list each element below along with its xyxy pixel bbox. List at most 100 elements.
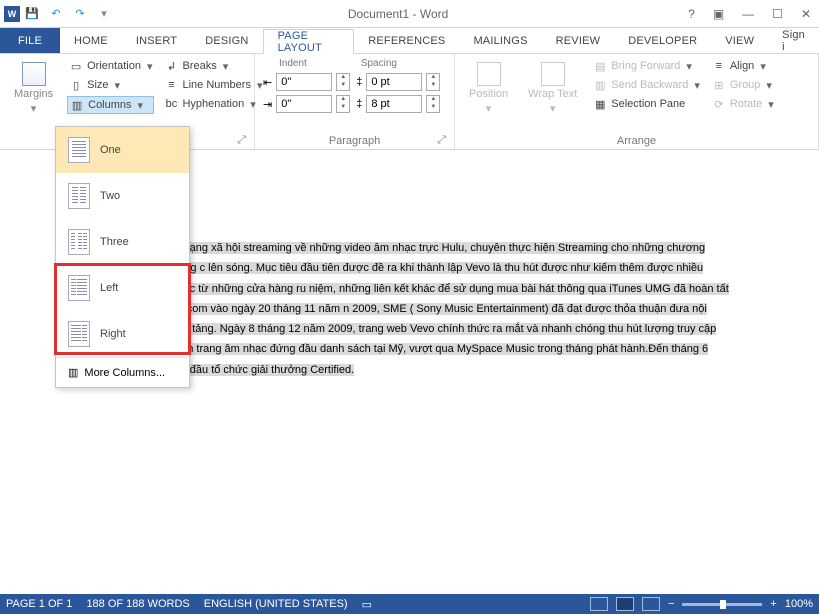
send-backward-icon: ▥ (593, 78, 607, 92)
indent-right-spinner[interactable]: ⇥▲▼ (263, 95, 350, 113)
indent-left-input[interactable] (277, 76, 331, 88)
columns-three-label: Three (100, 236, 129, 248)
orientation-button[interactable]: ▭ Orientation ▾ (67, 58, 154, 74)
columns-option-left[interactable]: Left (56, 265, 189, 311)
dialog-launcher-icon[interactable]: ⤢ (437, 134, 446, 147)
view-web-layout-button[interactable] (642, 597, 660, 611)
chevron-down-icon: ▾ (223, 60, 229, 73)
minimize-button[interactable]: — (738, 5, 758, 23)
columns-icon: ▥ (70, 98, 84, 112)
tab-mailings[interactable]: MAILINGS (459, 28, 541, 53)
tab-developer[interactable]: DEVELOPER (614, 28, 711, 53)
columns-two-label: Two (100, 190, 120, 202)
rotate-label: Rotate (730, 98, 762, 110)
columns-option-right[interactable]: Right (56, 311, 189, 357)
group-objects-label: Group (730, 79, 761, 91)
size-label: Size (87, 79, 108, 91)
position-button: Position▾ (463, 58, 514, 133)
columns-option-three[interactable]: Three (56, 219, 189, 265)
selection-pane-label: Selection Pane (611, 98, 685, 110)
word-app-icon: W (4, 6, 20, 22)
ribbon-tabs: FILE HOME INSERT DESIGN PAGE LAYOUT REFE… (0, 28, 819, 54)
align-button[interactable]: ≡Align▾ (710, 58, 776, 74)
margins-icon (22, 62, 46, 86)
help-icon[interactable]: ? (684, 5, 699, 23)
maximize-button[interactable]: ☐ (768, 5, 787, 23)
tab-page-layout[interactable]: PAGE LAYOUT (263, 29, 355, 54)
status-language[interactable]: ENGLISH (UNITED STATES) (204, 598, 348, 610)
macro-record-icon[interactable]: ▭ (362, 598, 372, 611)
zoom-level[interactable]: 100% (785, 598, 813, 610)
wrap-text-button: Wrap Text▾ (522, 58, 583, 133)
window-title: Document1 - Word (112, 7, 684, 21)
align-label: Align (730, 60, 754, 72)
spacing-header: Spacing (361, 58, 397, 69)
group-arrange: Position▾ Wrap Text▾ ▤Bring Forward▾ ▥Se… (455, 54, 819, 149)
indent-right-icon: ⇥ (263, 98, 272, 111)
redo-icon[interactable]: ↷ (72, 6, 88, 22)
columns-left-icon (68, 275, 90, 301)
orientation-label: Orientation (87, 60, 141, 72)
tab-view[interactable]: VIEW (711, 28, 768, 53)
columns-right-label: Right (100, 328, 126, 340)
view-read-mode-button[interactable] (590, 597, 608, 611)
group-name-arrange: Arrange (463, 133, 810, 147)
zoom-in-button[interactable]: + (770, 598, 776, 610)
columns-left-label: Left (100, 282, 118, 294)
indent-left-icon: ⇤ (263, 76, 272, 89)
columns-option-one[interactable]: One (56, 127, 189, 173)
bring-forward-label: Bring Forward (611, 60, 680, 72)
wrap-text-icon (541, 62, 565, 86)
quick-access-toolbar: 💾 ↶ ↷ ▾ (24, 6, 112, 22)
spacing-after-spinner[interactable]: ‡▲▼ (356, 95, 440, 113)
tab-home[interactable]: HOME (60, 28, 122, 53)
columns-label: Columns (88, 99, 131, 111)
undo-icon[interactable]: ↶ (48, 6, 64, 22)
qat-customize-icon[interactable]: ▾ (96, 6, 112, 22)
columns-option-two[interactable]: Two (56, 173, 189, 219)
selection-pane-button[interactable]: ▦Selection Pane (591, 96, 702, 112)
spacing-after-input[interactable] (367, 98, 421, 110)
orientation-icon: ▭ (69, 59, 83, 73)
indent-left-spinner[interactable]: ⇤▲▼ (263, 73, 350, 91)
status-word-count[interactable]: 188 OF 188 WORDS (86, 598, 189, 610)
dialog-launcher-icon[interactable]: ⤢ (237, 134, 246, 147)
columns-one-label: One (100, 144, 121, 156)
ribbon-display-icon[interactable]: ▣ (709, 5, 728, 23)
columns-more-icon: ▥ (68, 366, 78, 379)
size-icon: ▯ (69, 78, 83, 92)
size-button[interactable]: ▯Size▾ (67, 77, 154, 93)
spacing-before-spinner[interactable]: ‡▲▼ (356, 73, 440, 91)
line-numbers-button[interactable]: ≡Line Numbers▾ (162, 77, 264, 93)
spacing-before-input[interactable] (367, 76, 421, 88)
bring-forward-icon: ▤ (593, 59, 607, 73)
view-print-layout-button[interactable] (616, 597, 634, 611)
tab-design[interactable]: DESIGN (191, 28, 262, 53)
columns-more-option[interactable]: ▥ More Columns... (56, 357, 189, 387)
zoom-out-button[interactable]: − (668, 598, 674, 610)
indent-header: Indent (279, 58, 307, 69)
status-page[interactable]: PAGE 1 OF 1 (6, 598, 72, 610)
line-numbers-label: Line Numbers (182, 79, 250, 91)
zoom-slider[interactable] (682, 603, 762, 606)
columns-button[interactable]: ▥Columns▾ (67, 96, 154, 114)
chevron-down-icon: ▾ (147, 60, 153, 73)
hyphenation-button[interactable]: bcHyphenation▾ (162, 96, 264, 112)
send-backward-label: Send Backward (611, 79, 688, 91)
columns-dropdown-menu: One Two Three Left Right ▥ More Columns.… (55, 126, 190, 388)
margins-button[interactable]: Margins ▾ (8, 58, 59, 133)
tab-file[interactable]: FILE (0, 28, 60, 53)
position-icon (477, 62, 501, 86)
sign-in-link[interactable]: Sign i (768, 28, 819, 53)
hyphenation-label: Hyphenation (182, 98, 244, 110)
breaks-button[interactable]: ↲Breaks▾ (162, 58, 264, 74)
columns-three-icon (68, 229, 90, 255)
indent-right-input[interactable] (277, 98, 331, 110)
columns-right-icon (68, 321, 90, 347)
columns-one-icon (68, 137, 90, 163)
save-icon[interactable]: 💾 (24, 6, 40, 22)
tab-review[interactable]: REVIEW (542, 28, 615, 53)
tab-references[interactable]: REFERENCES (354, 28, 459, 53)
close-button[interactable]: ✕ (797, 5, 815, 23)
tab-insert[interactable]: INSERT (122, 28, 191, 53)
